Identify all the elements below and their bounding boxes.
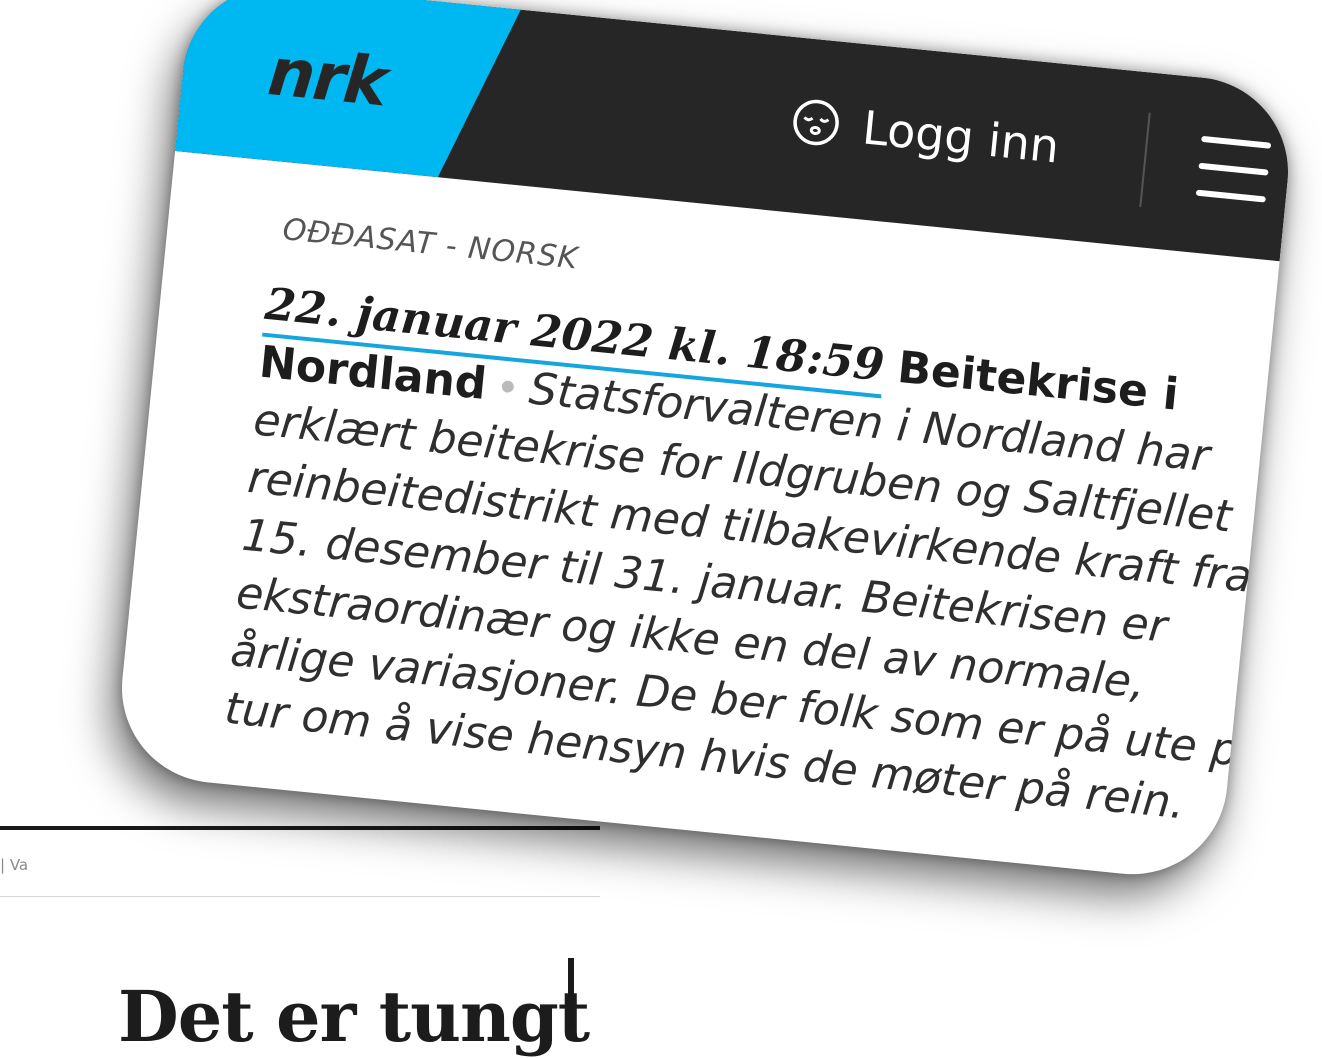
nrk-logo[interactable]: nrk [265, 33, 390, 121]
nrk-article-card: nrk Logg inn OĐĐASAT - NORSK 22. januar … [113, 0, 1297, 884]
nrk-logo-block[interactable]: nrk [175, 0, 521, 184]
hamburger-menu-icon[interactable] [1195, 135, 1272, 205]
background-headline[interactable]: Det er tungt [118, 975, 590, 1058]
header-divider [1139, 112, 1151, 208]
login-label: Logg inn [860, 100, 1062, 174]
background-breadcrumb[interactable]: | Va [0, 856, 28, 874]
title-separator: • [497, 360, 519, 413]
background-top-rule [0, 826, 600, 830]
article-content: OĐĐASAT - NORSK 22. januar 2022 kl. 18:5… [222, 211, 1297, 842]
article-text: 22. januar 2022 kl. 18:59 Beitekrise i N… [222, 276, 1297, 842]
sleepy-face-icon [793, 99, 839, 146]
background-divider [0, 896, 600, 897]
background-column-divider [568, 958, 574, 1028]
login-button[interactable]: Logg inn [789, 93, 1062, 174]
article-body: Statsforvalteren i Nordland har erklært … [222, 363, 1268, 830]
